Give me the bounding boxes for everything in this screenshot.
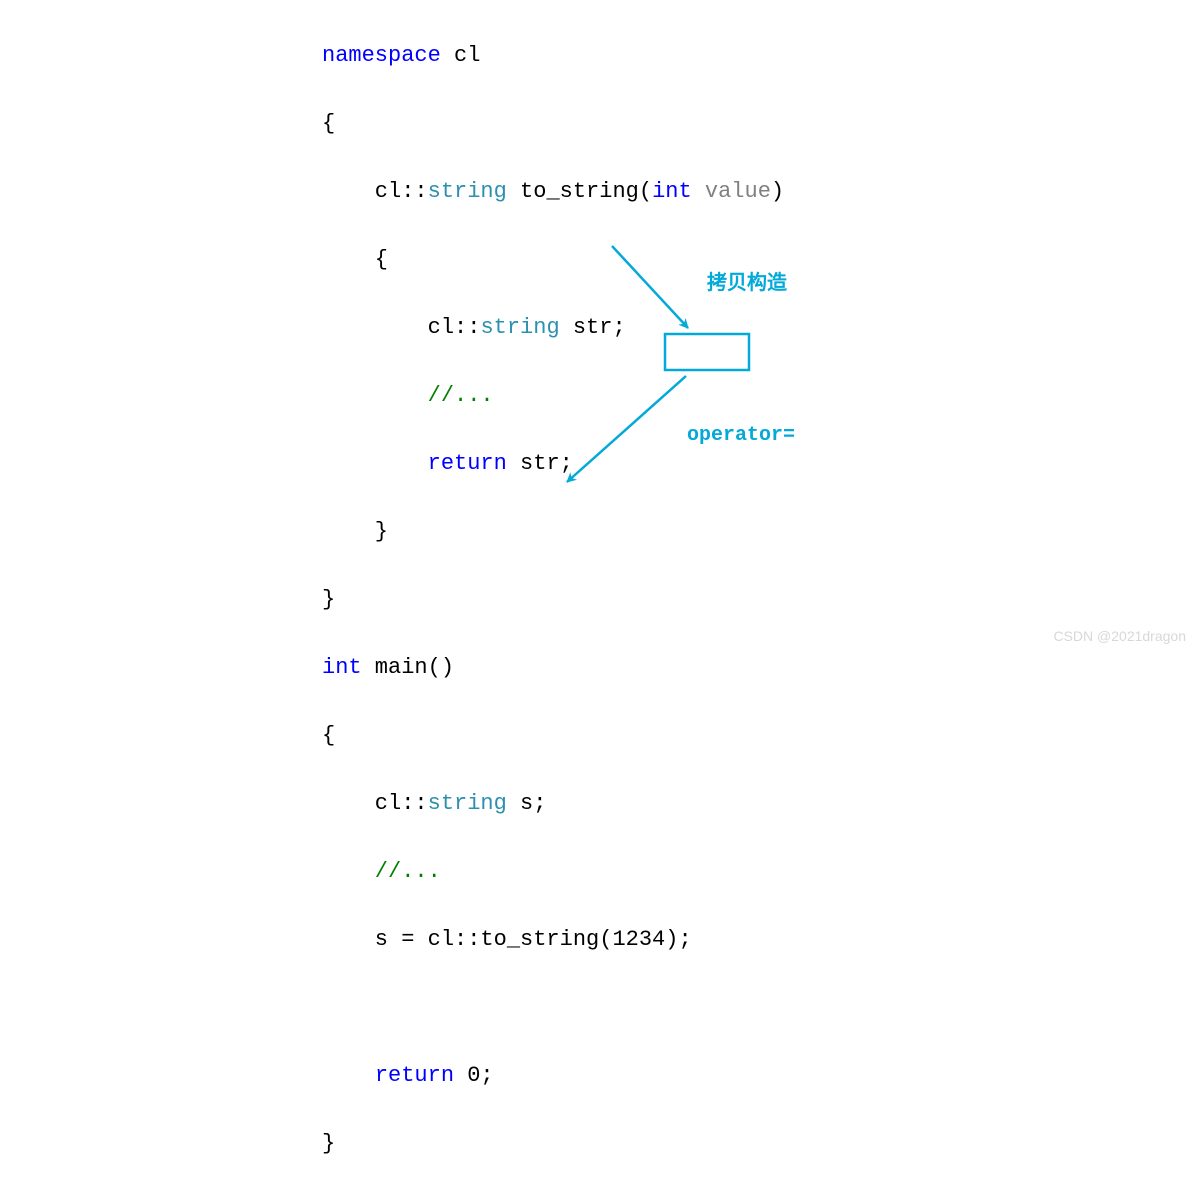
code-line: int main() bbox=[322, 651, 784, 685]
annotation-operator-eq: operator= bbox=[687, 424, 795, 447]
qualifier: cl:: bbox=[322, 791, 428, 816]
type-string: string bbox=[428, 179, 507, 204]
brace: { bbox=[322, 723, 335, 748]
namespace-name: cl bbox=[441, 43, 481, 68]
brace: } bbox=[322, 1131, 335, 1156]
code-line bbox=[322, 991, 784, 1025]
paren-close: ) bbox=[771, 179, 784, 204]
code-line: cl::string str; bbox=[322, 311, 784, 345]
keyword-return: return bbox=[375, 1063, 454, 1088]
code-line: namespace cl bbox=[322, 39, 784, 73]
code-line: //... bbox=[322, 855, 784, 889]
space bbox=[692, 179, 705, 204]
var-decl: s; bbox=[507, 791, 547, 816]
return-val: 0; bbox=[454, 1063, 494, 1088]
return-var: str; bbox=[507, 451, 573, 476]
code-line: } bbox=[322, 1127, 784, 1161]
assignment-expr: s = cl::to_string(1234); bbox=[322, 927, 692, 952]
var-decl: str; bbox=[560, 315, 626, 340]
code-line: return str; bbox=[322, 447, 784, 481]
code-line: { bbox=[322, 107, 784, 141]
code-line: s = cl::to_string(1234); bbox=[322, 923, 784, 957]
indent bbox=[322, 451, 428, 476]
brace: } bbox=[322, 519, 388, 544]
keyword-int: int bbox=[322, 655, 362, 680]
code-line: return 0; bbox=[322, 1059, 784, 1093]
brace: { bbox=[322, 111, 335, 136]
code-line: //... bbox=[322, 379, 784, 413]
keyword-return: return bbox=[428, 451, 507, 476]
param-name: value bbox=[705, 179, 771, 204]
code-line: cl::string to_string(int value) bbox=[322, 175, 784, 209]
watermark: CSDN @2021dragon bbox=[1053, 628, 1186, 644]
code-line: { bbox=[322, 719, 784, 753]
qualifier: cl:: bbox=[322, 315, 480, 340]
comment: //... bbox=[322, 859, 441, 884]
code-block: namespace cl { cl::string to_string(int … bbox=[322, 5, 784, 1195]
keyword-namespace: namespace bbox=[322, 43, 441, 68]
type-string: string bbox=[480, 315, 559, 340]
indent bbox=[322, 1063, 375, 1088]
main-fn: main() bbox=[362, 655, 454, 680]
code-line: } bbox=[322, 515, 784, 549]
code-line: } bbox=[322, 583, 784, 617]
brace: } bbox=[322, 587, 335, 612]
annotation-copy-ctor: 拷贝构造 bbox=[707, 266, 787, 296]
qualifier: cl:: bbox=[322, 179, 428, 204]
code-line: cl::string s; bbox=[322, 787, 784, 821]
brace: { bbox=[322, 247, 388, 272]
keyword-int: int bbox=[652, 179, 692, 204]
comment: //... bbox=[322, 383, 494, 408]
type-string: string bbox=[428, 791, 507, 816]
function-name: to_string( bbox=[507, 179, 652, 204]
